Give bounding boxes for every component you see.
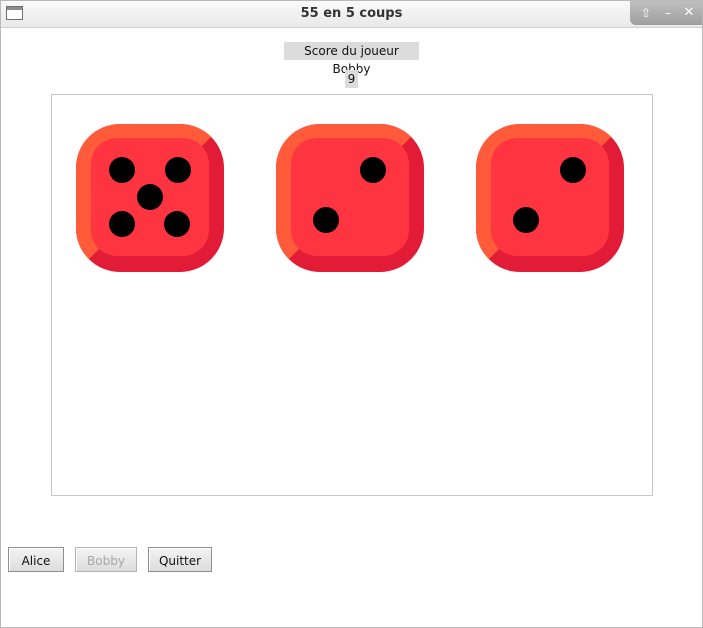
die-pip <box>513 207 539 233</box>
window-title: 55 en 5 coups <box>300 6 403 21</box>
die-pip <box>165 157 191 183</box>
quit-button[interactable]: Quitter <box>148 547 212 572</box>
die-face <box>491 138 609 256</box>
die-pip <box>109 157 135 183</box>
die-1-graphic <box>76 124 224 272</box>
close-icon[interactable]: ✕ <box>681 5 697 21</box>
die-2 <box>276 124 424 272</box>
die-3-graphic <box>476 124 624 272</box>
score-value: 9 <box>345 70 358 88</box>
die-pip <box>137 184 163 210</box>
die-1 <box>76 124 224 272</box>
die-face <box>291 138 409 256</box>
die-pip <box>360 157 386 183</box>
minimize-icon[interactable]: – <box>660 5 676 21</box>
die-pip <box>164 211 190 237</box>
die-pip <box>109 211 135 237</box>
bobby-button[interactable]: Bobby <box>75 547 137 572</box>
maximize-icon[interactable]: ⇧ <box>638 5 654 21</box>
score-label: Score du joueur Bobby <box>284 42 419 76</box>
alice-button[interactable]: Alice <box>8 547 64 572</box>
die-pip <box>560 157 586 183</box>
die-pip <box>313 207 339 233</box>
window-controls: ⇧ – ✕ <box>630 1 702 25</box>
title-bar[interactable]: 55 en 5 coups ⇧ – ✕ <box>1 1 702 28</box>
die-3 <box>476 124 624 272</box>
die-2-graphic <box>276 124 424 272</box>
